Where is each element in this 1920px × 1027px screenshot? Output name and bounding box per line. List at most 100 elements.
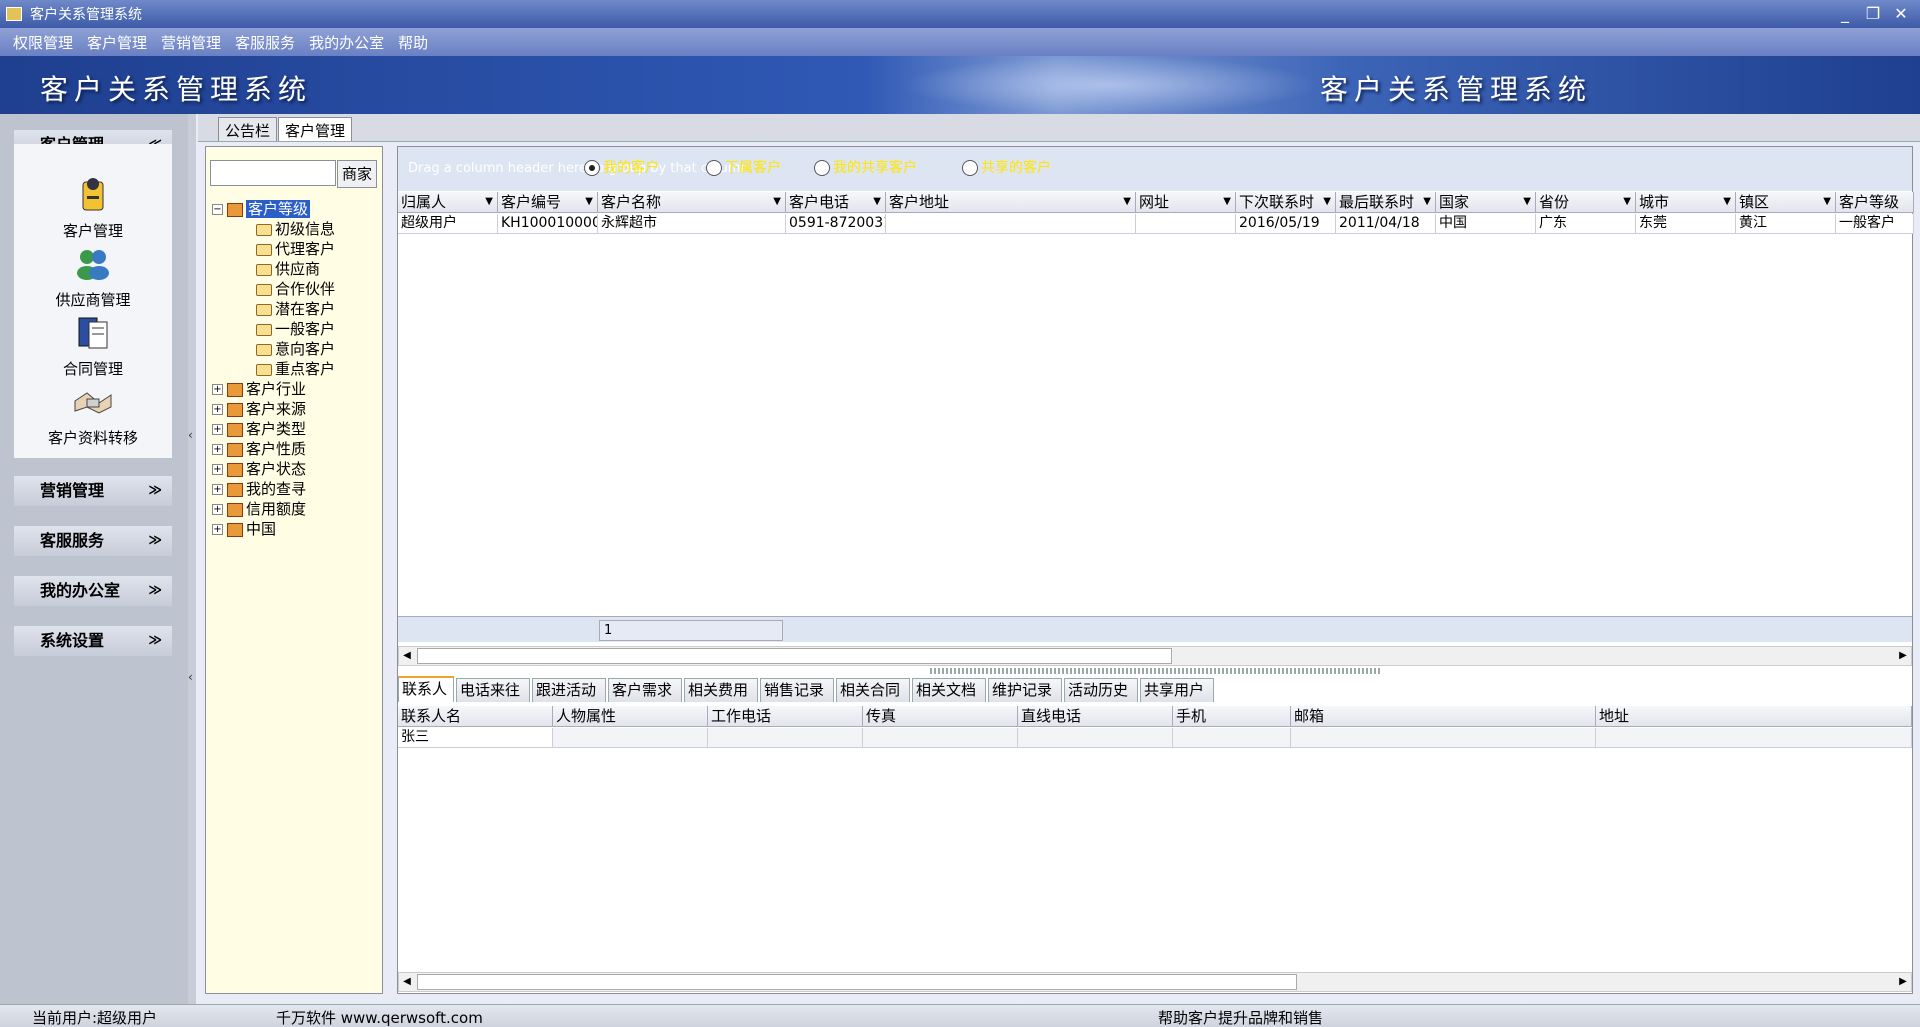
contacts-hscrollbar[interactable]: ◀ ▶ — [398, 972, 1912, 992]
column-header[interactable]: 客户地址 ▼ — [886, 192, 1136, 213]
contact-cell[interactable] — [708, 728, 863, 748]
filter-dropdown-icon[interactable]: ▼ — [1523, 192, 1531, 212]
menu-service[interactable]: 客服服务 — [235, 32, 295, 53]
detail-tab[interactable]: 销售记录 — [760, 678, 834, 702]
grid-cell[interactable]: 2016/05/19 — [1236, 214, 1336, 234]
scroll-thumb[interactable] — [417, 648, 1172, 664]
radio-icon[interactable] — [706, 160, 722, 176]
grid-cell[interactable]: 东莞 — [1636, 214, 1736, 234]
radio-icon[interactable] — [584, 160, 600, 176]
filter-dropdown-icon[interactable]: ▼ — [1223, 192, 1231, 212]
column-header[interactable]: 下次联系时 ▼ — [1236, 192, 1336, 213]
tree-node-child[interactable]: 一般客户 — [256, 320, 335, 339]
column-header[interactable]: 客户等级 — [1836, 192, 1914, 213]
column-header[interactable]: 镇区 ▼ — [1736, 192, 1836, 213]
detail-tab[interactable]: 相关合同 — [836, 678, 910, 702]
contact-cell[interactable] — [1596, 728, 1912, 748]
detail-tab[interactable]: 维护记录 — [988, 678, 1062, 702]
search-input[interactable] — [210, 160, 336, 186]
detail-tab[interactable]: 相关文档 — [912, 678, 986, 702]
menu-help[interactable]: 帮助 — [398, 32, 428, 53]
expand-icon[interactable]: + — [212, 404, 223, 415]
column-header[interactable]: 地址 — [1596, 706, 1912, 727]
nav-section-service[interactable]: 客服服务 ≫ — [14, 526, 172, 556]
tab-customer-mgmt[interactable]: 客户管理 — [278, 117, 353, 141]
column-header[interactable]: 归属人 ▼ — [398, 192, 498, 213]
detail-tab[interactable]: 客户需求 — [608, 678, 682, 702]
column-header[interactable]: 手机 — [1173, 706, 1291, 727]
scroll-right-icon[interactable]: ▶ — [1895, 647, 1911, 665]
tree-node-group[interactable]: + 我的查寻 — [212, 480, 306, 499]
filter-radio[interactable]: 下属客户 — [706, 157, 781, 177]
tree-node-child[interactable]: 重点客户 — [256, 360, 335, 379]
column-header[interactable]: 省份 ▼ — [1536, 192, 1636, 213]
scroll-left-icon[interactable]: ◀ — [399, 647, 415, 665]
detail-tab[interactable]: 跟进活动 — [532, 678, 606, 702]
column-header[interactable]: 工作电话 — [708, 706, 863, 727]
detail-tab[interactable]: 电话来往 — [456, 678, 530, 702]
tree-node-child[interactable]: 初级信息 — [256, 220, 335, 239]
column-header[interactable]: 邮箱 — [1291, 706, 1596, 727]
radio-icon[interactable] — [962, 160, 978, 176]
column-header[interactable]: 传真 — [863, 706, 1018, 727]
menu-customer[interactable]: 客户管理 — [87, 32, 147, 53]
column-header[interactable]: 直线电话 — [1018, 706, 1173, 727]
restore-button[interactable]: ❐ — [1860, 2, 1886, 26]
column-header[interactable]: 国家 ▼ — [1436, 192, 1536, 213]
menu-office[interactable]: 我的办公室 — [309, 32, 384, 53]
nav-item-data-transfer[interactable]: 客户资料转移 — [14, 381, 172, 448]
grid-cell[interactable]: 2011/04/18 — [1336, 214, 1436, 234]
filter-dropdown-icon[interactable]: ▼ — [1723, 192, 1731, 212]
tree-node-group[interactable]: + 信用额度 — [212, 500, 306, 519]
collapse-left-icon[interactable]: ‹ — [188, 428, 196, 442]
nav-section-office[interactable]: 我的办公室 ≫ — [14, 576, 172, 606]
column-header[interactable]: 城市 ▼ — [1636, 192, 1736, 213]
expand-icon[interactable]: + — [212, 524, 223, 535]
tree-node-group[interactable]: + 客户来源 — [212, 400, 306, 419]
filter-dropdown-icon[interactable]: ▼ — [1423, 192, 1431, 212]
nav-item-customer-mgmt[interactable]: 客户管理 — [14, 174, 172, 241]
tree-node-root[interactable]: − 客户等级 — [212, 200, 311, 219]
scroll-right-icon[interactable]: ▶ — [1895, 973, 1911, 991]
tree-node-group[interactable]: + 客户行业 — [212, 380, 306, 399]
collapse-icon[interactable]: − — [212, 204, 223, 215]
menu-permissions[interactable]: 权限管理 — [13, 32, 73, 53]
filter-dropdown-icon[interactable]: ▼ — [1323, 192, 1331, 212]
expand-icon[interactable]: + — [212, 424, 223, 435]
tree-node-child[interactable]: 潜在客户 — [256, 300, 335, 319]
detail-tab[interactable]: 共享用户 — [1140, 678, 1214, 702]
grid-cell[interactable] — [886, 214, 1136, 234]
grid-cell[interactable]: 超级用户 — [398, 214, 498, 234]
tab-bulletin[interactable]: 公告栏 — [218, 117, 278, 141]
menu-marketing[interactable]: 营销管理 — [161, 32, 221, 53]
filter-dropdown-icon[interactable]: ▼ — [1123, 192, 1131, 212]
detail-tab[interactable]: 相关费用 — [684, 678, 758, 702]
filter-dropdown-icon[interactable]: ▼ — [1823, 192, 1831, 212]
close-button[interactable]: ✕ — [1888, 2, 1914, 26]
horizontal-splitter[interactable] — [930, 668, 1380, 674]
column-header[interactable]: 客户电话 ▼ — [786, 192, 886, 213]
column-header[interactable]: 网址 ▼ — [1136, 192, 1236, 213]
tree-node-group[interactable]: + 客户性质 — [212, 440, 306, 459]
grid-cell[interactable]: 一般客户 — [1836, 214, 1914, 234]
grid-cell[interactable]: 广东 — [1536, 214, 1636, 234]
contact-cell[interactable]: 张三 — [398, 728, 553, 748]
nav-section-marketing[interactable]: 营销管理 ≫ — [14, 476, 172, 506]
radio-icon[interactable] — [814, 160, 830, 176]
column-header[interactable]: 客户编号 ▼ — [498, 192, 598, 213]
nav-item-supplier-mgmt[interactable]: 供应商管理 — [14, 243, 172, 310]
grid-cell[interactable]: 永辉超市 — [598, 214, 786, 234]
detail-tab[interactable]: 联系人 — [398, 676, 454, 702]
nav-section-settings[interactable]: 系统设置 ≫ — [14, 626, 172, 656]
tree-node-child[interactable]: 意向客户 — [256, 340, 335, 359]
expand-icon[interactable]: + — [212, 464, 223, 475]
tree-node-group[interactable]: + 客户状态 — [212, 460, 306, 479]
collapse-left-icon[interactable]: ‹ — [188, 670, 196, 684]
contact-cell[interactable] — [1173, 728, 1291, 748]
grid-cell[interactable]: KH1000100001 — [498, 214, 598, 234]
contact-cell[interactable] — [863, 728, 1018, 748]
scroll-left-icon[interactable]: ◀ — [399, 973, 415, 991]
filter-dropdown-icon[interactable]: ▼ — [773, 192, 781, 212]
grid-cell[interactable]: 0591-87200310 — [786, 214, 886, 234]
expand-icon[interactable]: + — [212, 444, 223, 455]
